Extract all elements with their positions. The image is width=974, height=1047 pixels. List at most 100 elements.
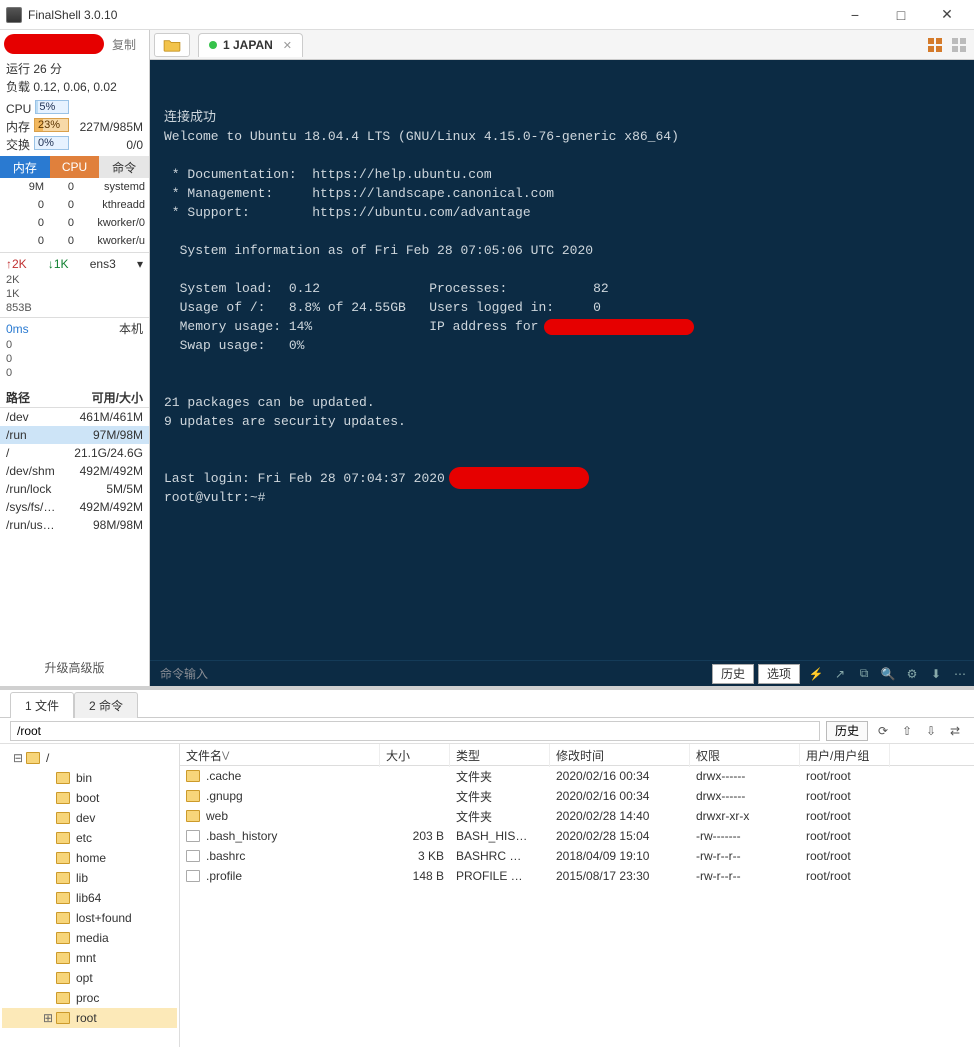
view-grid-icon[interactable] xyxy=(926,36,944,54)
tree-item[interactable]: ⊟/ xyxy=(2,748,177,768)
terminal-line xyxy=(164,355,960,374)
arrow-out-icon[interactable]: ↗ xyxy=(832,667,848,681)
search-icon[interactable]: 🔍 xyxy=(880,667,896,681)
load-label: 负载 0.12, 0.06, 0.02 xyxy=(6,78,143,96)
tab-close-icon[interactable]: ✕ xyxy=(283,39,292,52)
process-row[interactable]: 00kworker/0 xyxy=(0,214,149,232)
terminal-line xyxy=(164,260,960,279)
command-input[interactable]: 命令输入 xyxy=(156,665,708,682)
tree-item[interactable]: etc xyxy=(2,828,177,848)
tree-item[interactable]: ⊞root xyxy=(2,1008,177,1028)
tab-label: 1 JAPAN xyxy=(223,38,273,52)
folder-icon xyxy=(186,790,200,802)
terminal-line: System load: 0.12 Processes: 82 xyxy=(164,279,960,298)
tree-item[interactable]: proc xyxy=(2,988,177,1008)
tree-item[interactable]: lib xyxy=(2,868,177,888)
view-grid-alt-icon[interactable] xyxy=(950,36,968,54)
folder-tree[interactable]: ⊟/binbootdevetchomeliblib64lost+foundmed… xyxy=(0,744,180,1047)
copy-icon[interactable]: ⧉ xyxy=(856,666,872,681)
net-down: 1K xyxy=(54,257,69,271)
download-file-icon[interactable]: ⇩ xyxy=(922,722,940,740)
file-row[interactable]: web 文件夹 2020/02/28 14:40 drwxr-xr-x root… xyxy=(180,806,974,826)
terminal-tabstrip: 1 JAPAN ✕ xyxy=(150,30,974,60)
status-sidebar: 复制 运行 26 分 负载 0.12, 0.06, 0.02 CPU 5% 内存… xyxy=(0,30,150,686)
col-type[interactable]: 类型 xyxy=(450,744,550,767)
terminal-line xyxy=(164,222,960,241)
maximize-button[interactable]: □ xyxy=(878,0,924,30)
col-size[interactable]: 大小 xyxy=(380,744,450,767)
col-name[interactable]: 文件名 xyxy=(180,744,380,767)
transfer-icon[interactable]: ⇄ xyxy=(946,722,964,740)
fs-row[interactable]: /sys/fs/…492M/492M xyxy=(0,498,149,516)
folder-icon xyxy=(56,792,70,804)
col-owner[interactable]: 用户/用户组 xyxy=(800,744,890,767)
fs-row[interactable]: /dev461M/461M xyxy=(0,408,149,426)
swap-bar: 0% xyxy=(34,136,69,150)
process-row[interactable]: 00kthreadd xyxy=(0,196,149,214)
tree-item[interactable]: lib64 xyxy=(2,888,177,908)
window-title: FinalShell 3.0.10 xyxy=(28,8,832,22)
file-list-header[interactable]: 文件名 大小 类型 修改时间 权限 用户/用户组 xyxy=(180,744,974,766)
minimize-button[interactable]: − xyxy=(832,0,878,30)
file-row[interactable]: .bash_history 203 B BASH_HIS… 2020/02/28… xyxy=(180,826,974,846)
file-row[interactable]: .gnupg 文件夹 2020/02/16 00:34 drwx------ r… xyxy=(180,786,974,806)
tree-item[interactable]: opt xyxy=(2,968,177,988)
upload-icon[interactable]: ⇧ xyxy=(898,722,916,740)
proc-tab-mem[interactable]: 内存 xyxy=(0,156,50,178)
fs-row[interactable]: /21.1G/24.6G xyxy=(0,444,149,462)
commands-tab[interactable]: 2 命令 xyxy=(74,692,138,718)
close-button[interactable]: ✕ xyxy=(924,0,970,30)
tree-item[interactable]: home xyxy=(2,848,177,868)
swap-label: 交换 xyxy=(6,136,30,154)
fs-row[interactable]: /run/us…98M/98M xyxy=(0,516,149,534)
terminal-line: Welcome to Ubuntu 18.04.4 LTS (GNU/Linux… xyxy=(164,127,960,146)
open-folder-button[interactable] xyxy=(154,33,190,57)
latency-host[interactable]: 本机 xyxy=(119,320,143,338)
terminal-output[interactable]: 连接成功Welcome to Ubuntu 18.04.4 LTS (GNU/L… xyxy=(150,60,974,660)
terminal-line xyxy=(164,431,960,450)
history-button[interactable]: 历史 xyxy=(712,664,754,684)
fs-row[interactable]: /dev/shm492M/492M xyxy=(0,462,149,480)
file-row[interactable]: .profile 148 B PROFILE … 2015/08/17 23:3… xyxy=(180,866,974,886)
folder-icon xyxy=(56,952,70,964)
col-perm[interactable]: 权限 xyxy=(690,744,800,767)
file-row[interactable]: .cache 文件夹 2020/02/16 00:34 drwx------ r… xyxy=(180,766,974,786)
download-icon[interactable]: ⬇ xyxy=(928,667,944,681)
terminal-tab[interactable]: 1 JAPAN ✕ xyxy=(198,33,303,57)
latency: 0ms xyxy=(6,320,29,338)
bolt-icon[interactable]: ⚡ xyxy=(808,667,824,681)
tree-item[interactable]: lost+found xyxy=(2,908,177,928)
tree-item[interactable]: boot xyxy=(2,788,177,808)
fs-row[interactable]: /run97M/98M xyxy=(0,426,149,444)
more-icon[interactable]: ⋯ xyxy=(952,667,968,681)
file-icon xyxy=(186,850,200,862)
process-row[interactable]: 00kworker/u xyxy=(0,232,149,250)
folder-icon xyxy=(186,770,200,782)
path-input[interactable] xyxy=(10,721,820,741)
titlebar: FinalShell 3.0.10 − □ ✕ xyxy=(0,0,974,30)
tree-item[interactable]: media xyxy=(2,928,177,948)
upgrade-link[interactable]: 升级高级版 xyxy=(0,609,149,686)
history-button-files[interactable]: 历史 xyxy=(826,721,868,741)
terminal-line: root@vultr:~# xyxy=(164,488,960,507)
proc-tab-cmd[interactable]: 命令 xyxy=(99,156,149,178)
tree-item[interactable]: dev xyxy=(2,808,177,828)
folder-icon xyxy=(56,1012,70,1024)
col-mtime[interactable]: 修改时间 xyxy=(550,744,690,767)
file-row[interactable]: .bashrc 3 KB BASHRC … 2018/04/09 19:10 -… xyxy=(180,846,974,866)
fs-row[interactable]: /run/lock5M/5M xyxy=(0,480,149,498)
tree-item[interactable]: mnt xyxy=(2,948,177,968)
proc-tab-cpu[interactable]: CPU xyxy=(50,156,100,178)
files-tab[interactable]: 1 文件 xyxy=(10,692,74,718)
options-button[interactable]: 选项 xyxy=(758,664,800,684)
folder-icon xyxy=(56,932,70,944)
refresh-icon[interactable]: ⟳ xyxy=(874,722,892,740)
gear-icon[interactable]: ⚙ xyxy=(904,667,920,681)
net-up: 2K xyxy=(12,257,27,271)
net-interface[interactable]: ens3 xyxy=(90,255,116,273)
fs-head-path: 路径 xyxy=(6,389,30,406)
tree-item[interactable]: bin xyxy=(2,768,177,788)
terminal-line: * Documentation: https://help.ubuntu.com xyxy=(164,165,960,184)
fs-head-size: 可用/大小 xyxy=(92,389,143,406)
process-row[interactable]: 9M0systemd xyxy=(0,178,149,196)
